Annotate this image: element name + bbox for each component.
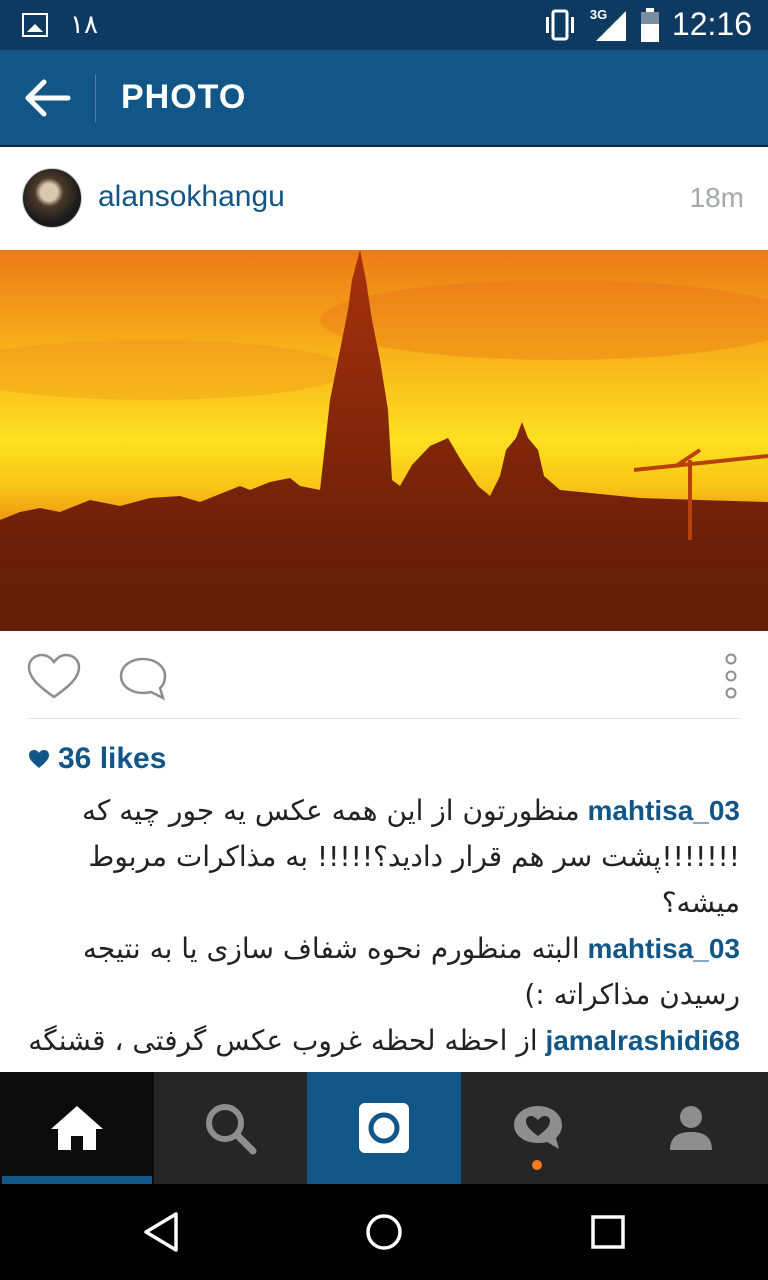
likes-label: 36 likes xyxy=(58,742,167,775)
nav-home-icon[interactable] xyxy=(360,1208,408,1256)
nav-back-icon[interactable] xyxy=(138,1208,186,1256)
comment: mahtisa_03 منظورتون از این همه عکس یه جو… xyxy=(28,788,740,926)
battery-icon xyxy=(640,7,659,42)
post-username[interactable]: alansokhangu xyxy=(98,180,285,214)
avatar[interactable] xyxy=(22,168,82,228)
tab-profile[interactable] xyxy=(614,1072,768,1184)
comment: mahtisa_03 البته منظورم نحوه شفاف سازی ی… xyxy=(28,926,740,1018)
notification-count: ١٨ xyxy=(70,10,98,40)
more-options-icon[interactable] xyxy=(720,651,742,701)
app-bar: PHOTO xyxy=(0,50,768,145)
comment-author[interactable]: mahtisa_03 xyxy=(587,795,740,826)
comment: jamalrashidi68 از احظه لحظه غروب عکس گرف… xyxy=(28,1018,740,1064)
home-icon xyxy=(50,1106,103,1150)
heart-icon[interactable] xyxy=(27,653,81,701)
notification-dot xyxy=(532,1160,542,1170)
comment-icon[interactable] xyxy=(118,655,168,701)
camera-icon xyxy=(358,1103,409,1153)
back-arrow-icon[interactable] xyxy=(22,76,72,120)
bottom-tab-bar xyxy=(0,1072,768,1184)
status-bar: ١٨ 3G 12:16 xyxy=(0,0,768,50)
tab-camera[interactable] xyxy=(307,1072,461,1184)
post-photo[interactable] xyxy=(0,250,768,631)
heart-filled-icon xyxy=(29,750,49,768)
comment-author[interactable]: jamalrashidi68 xyxy=(545,1025,740,1056)
signal-icon xyxy=(595,10,626,41)
page-title: PHOTO xyxy=(121,78,247,116)
profile-icon xyxy=(670,1106,713,1150)
comment-author[interactable]: mahtisa_03 xyxy=(587,933,740,964)
post-timestamp: 18m xyxy=(689,182,744,213)
actions-divider xyxy=(28,718,740,719)
sunset-skyline-image xyxy=(0,250,768,631)
tab-search[interactable] xyxy=(154,1072,308,1184)
app-bar-divider xyxy=(95,74,96,122)
vibrate-icon xyxy=(545,9,574,40)
system-nav-bar xyxy=(0,1184,768,1280)
comments-list: mahtisa_03 منظورتون از این همه عکس یه جو… xyxy=(28,788,740,1064)
search-icon xyxy=(206,1104,257,1155)
likes-count[interactable]: 36 likes xyxy=(28,742,166,776)
tab-home[interactable] xyxy=(0,1072,154,1184)
nav-recents-icon[interactable] xyxy=(584,1208,632,1256)
comment-text: از احظه لحظه غروب عکس گرفتی ، قشنگه xyxy=(28,1024,538,1057)
clock: 12:16 xyxy=(671,6,752,42)
post-header: alansokhangu 18m xyxy=(0,147,768,250)
post-actions xyxy=(0,631,768,719)
image-notification-icon xyxy=(22,13,48,37)
activity-heart-icon xyxy=(513,1106,562,1149)
